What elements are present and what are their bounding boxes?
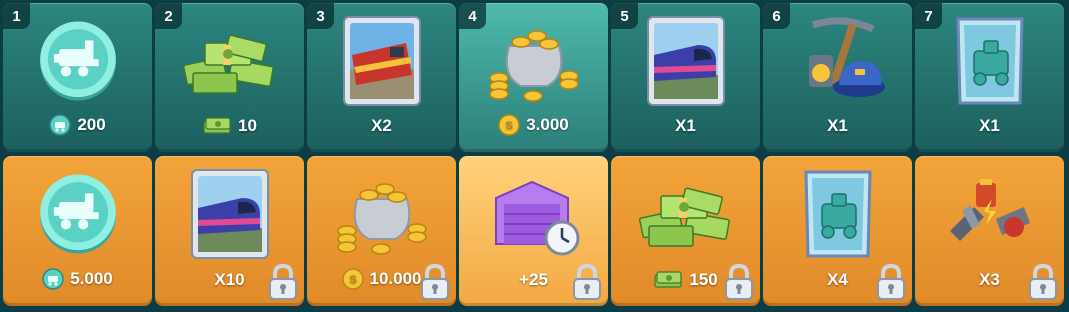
reward-amount-text: X1 bbox=[979, 116, 1000, 135]
passenger-train-card-icon bbox=[611, 11, 760, 111]
premium-reward-cell[interactable]: +25 bbox=[459, 156, 608, 306]
reward-track-grid: 1 200 2 10 3 X2 4 S 3.000 5 X1 6 X1 7 X1 5.000 X10 S 10.00… bbox=[3, 3, 1064, 306]
reward-amount-text: X10 bbox=[214, 270, 245, 289]
reward-amount-text: X3 bbox=[979, 270, 1000, 289]
premium-reward-cell[interactable]: 150 bbox=[611, 156, 760, 306]
reward-amount: X1 bbox=[915, 116, 1064, 136]
free-reward-cell[interactable]: 7 X1 bbox=[915, 3, 1064, 152]
reward-amount: X1 bbox=[763, 116, 912, 136]
reward-amount-text: 10 bbox=[238, 116, 257, 135]
diesel-train-card-icon bbox=[307, 11, 456, 111]
reward-amount: X2 bbox=[307, 116, 456, 136]
reward-amount: 200 bbox=[3, 114, 152, 136]
free-reward-cell[interactable]: 4 S 3.000 bbox=[459, 3, 608, 152]
cash-pile-icon bbox=[155, 11, 304, 111]
reward-amount-text: X4 bbox=[827, 270, 848, 289]
small-train-token-icon bbox=[49, 114, 72, 136]
premium-reward-cell[interactable]: X4 bbox=[763, 156, 912, 306]
reward-amount-text: X1 bbox=[675, 116, 696, 135]
passenger-train-card-icon bbox=[155, 164, 304, 264]
tools-kit-icon bbox=[915, 164, 1064, 264]
lock-icon bbox=[418, 262, 452, 302]
lock-icon bbox=[570, 262, 604, 302]
lock-icon bbox=[874, 262, 908, 302]
coin-bag-icon bbox=[307, 164, 456, 264]
cash-icon bbox=[653, 270, 683, 290]
train-blueprint-card-icon bbox=[763, 164, 912, 264]
reward-amount: S 3.000 bbox=[459, 114, 608, 136]
reward-amount-text: 150 bbox=[689, 270, 718, 289]
free-reward-cell[interactable]: 6 X1 bbox=[763, 3, 912, 152]
free-reward-cell[interactable]: 5 X1 bbox=[611, 3, 760, 152]
lock-icon bbox=[722, 262, 756, 302]
reward-amount-text: X2 bbox=[371, 116, 392, 135]
train-token-icon bbox=[3, 164, 152, 264]
cash-pile-icon bbox=[611, 164, 760, 264]
premium-reward-cell[interactable]: X3 bbox=[915, 156, 1064, 306]
free-reward-cell[interactable]: 2 10 bbox=[155, 3, 304, 152]
premium-reward-cell[interactable]: S 10.000 bbox=[307, 156, 456, 306]
reward-amount-text: 3.000 bbox=[526, 115, 569, 134]
reward-amount: X1 bbox=[611, 116, 760, 136]
premium-reward-cell[interactable]: 5.000 bbox=[3, 156, 152, 306]
reward-amount-text: +25 bbox=[519, 270, 548, 289]
small-train-token-icon bbox=[42, 268, 64, 290]
train-token-icon bbox=[3, 11, 152, 111]
reward-amount-text: X1 bbox=[827, 116, 848, 135]
lock-icon bbox=[1026, 262, 1060, 302]
svg-text:S: S bbox=[349, 274, 356, 286]
conductor-tools-icon bbox=[763, 11, 912, 111]
lock-icon bbox=[266, 262, 300, 302]
coin-icon: S bbox=[498, 114, 520, 136]
reward-amount: 10 bbox=[155, 116, 304, 136]
coin-bag-icon bbox=[459, 11, 608, 111]
free-reward-cell[interactable]: 3 X2 bbox=[307, 3, 456, 152]
cash-icon bbox=[202, 116, 232, 136]
free-reward-cell[interactable]: 1 200 bbox=[3, 3, 152, 152]
premium-reward-cell[interactable]: X10 bbox=[155, 156, 304, 306]
reward-amount-text: 10.000 bbox=[369, 269, 422, 288]
coin-icon: S bbox=[341, 268, 364, 290]
reward-amount-text: 5.000 bbox=[70, 269, 113, 288]
train-blueprint-card-icon bbox=[915, 11, 1064, 111]
garage-timer-icon bbox=[459, 164, 608, 264]
reward-amount: 5.000 bbox=[3, 268, 152, 290]
svg-text:S: S bbox=[506, 120, 513, 132]
reward-amount-text: 200 bbox=[77, 115, 106, 134]
